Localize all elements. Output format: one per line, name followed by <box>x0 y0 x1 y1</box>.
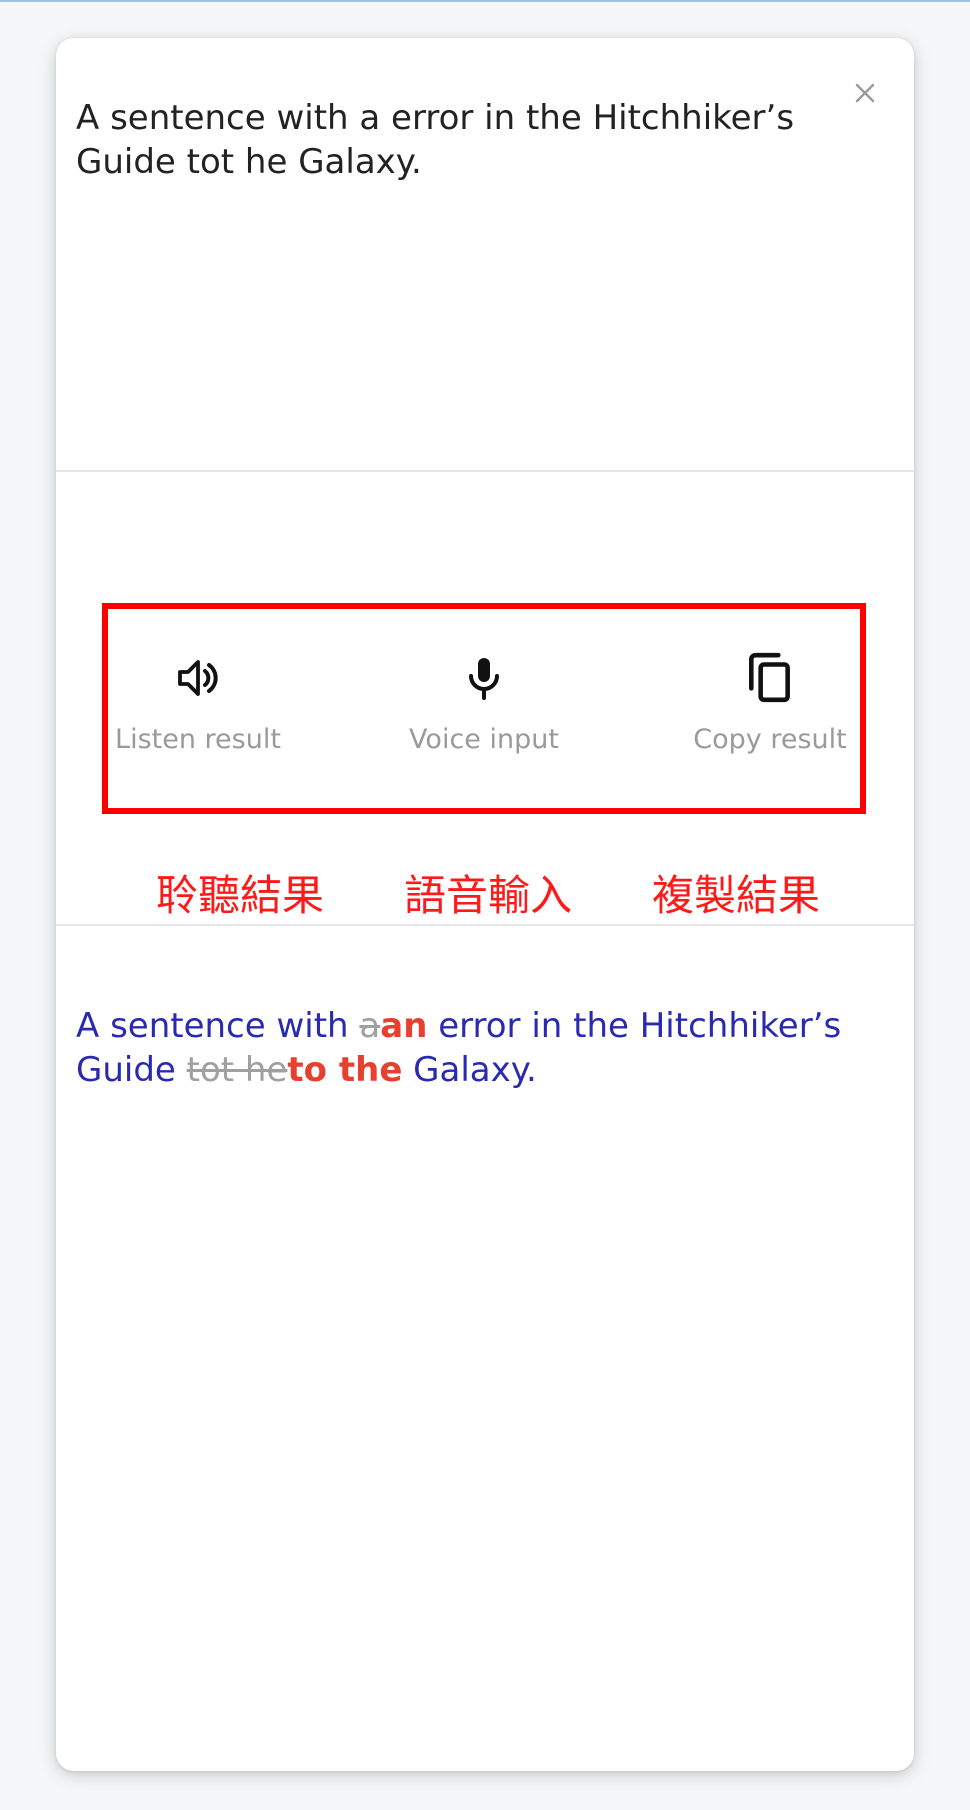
result-segment: Galaxy. <box>402 1050 537 1090</box>
top-border <box>0 0 970 2</box>
copy-icon <box>749 652 790 703</box>
inserted-text: an <box>380 1006 428 1046</box>
listen-result-button[interactable]: Listen result <box>88 648 308 755</box>
copy-result-label: Copy result <box>693 724 847 755</box>
voice-input-button[interactable]: Voice input <box>374 648 594 755</box>
input-text-area[interactable]: A sentence with a error in the Hitchhike… <box>76 96 876 184</box>
divider <box>56 470 914 472</box>
caption-copy-result: 複製結果 <box>651 871 820 920</box>
voice-input-label: Voice input <box>409 724 559 755</box>
caption-listen-result: 聆聽結果 <box>155 871 324 920</box>
corrected-result-text: A sentence with aan error in the Hitchhi… <box>76 1004 876 1092</box>
microphone-icon <box>469 658 499 700</box>
deleted-text: tot he <box>186 1050 288 1090</box>
grammar-check-panel: A sentence with a error in the Hitchhike… <box>56 38 914 1771</box>
listen-result-label: Listen result <box>115 724 281 755</box>
caption-voice-input: 語音輸入 <box>403 871 572 920</box>
inserted-text: to the <box>287 1050 403 1090</box>
copy-result-button[interactable]: Copy result <box>660 648 880 755</box>
speaker-icon <box>178 660 218 696</box>
divider <box>56 924 914 926</box>
deleted-text: a <box>359 1006 381 1046</box>
result-segment: A sentence with <box>76 1006 360 1046</box>
